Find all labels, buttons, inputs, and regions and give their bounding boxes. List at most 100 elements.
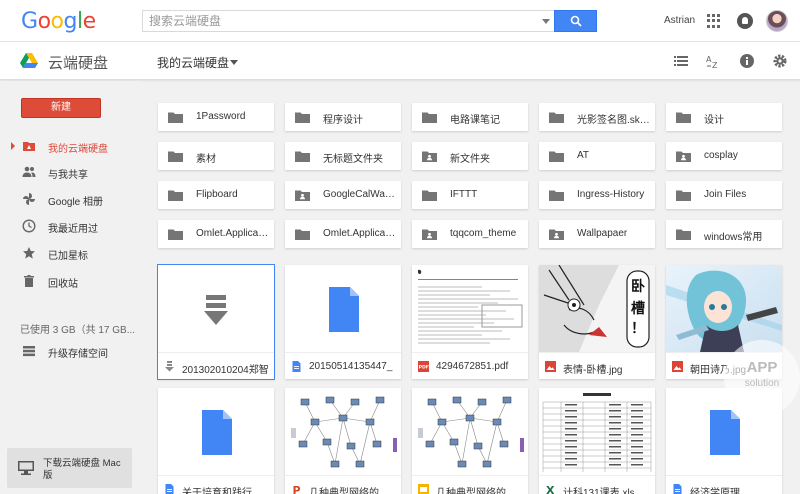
folder-icon	[295, 111, 310, 123]
file-thumbnail[interactable]	[158, 265, 274, 352]
file-thumbnail[interactable]	[285, 265, 401, 352]
app-title: 云端硬盘	[48, 55, 109, 72]
svg-text:X: X	[546, 484, 555, 494]
file-thumbnail[interactable]	[412, 388, 528, 475]
folder-name: 程序设计	[323, 115, 363, 126]
file-thumbnail[interactable]	[539, 388, 655, 475]
notifications-bell-icon[interactable]	[737, 13, 753, 29]
folder-item[interactable]: windows常用	[666, 220, 782, 248]
user-name[interactable]: Astrian	[664, 15, 695, 26]
sidebar-item-trash[interactable]: 回收站	[0, 270, 142, 292]
storage-usage: 已使用 3 GB（共 17 GB...	[20, 325, 136, 336]
folder-item[interactable]: 电路课笔记	[412, 103, 528, 131]
folder-item[interactable]: 程序设计	[285, 103, 401, 131]
folder-icon	[676, 189, 691, 201]
sidebar-item-label: Google 相册	[48, 197, 104, 208]
file-card[interactable]: 卧槽 ！ 表情-卧槽.jpg	[539, 265, 655, 379]
folder-item[interactable]: 无标题文件夹	[285, 142, 401, 170]
pdf-icon: PDF	[418, 361, 429, 372]
sort-az-icon[interactable]: AZ	[705, 53, 721, 69]
folder-item[interactable]: AT	[539, 142, 655, 170]
folder-item[interactable]: Join Files	[666, 181, 782, 209]
excel-sheet-icon: X	[545, 484, 556, 494]
folder-item[interactable]: Ingress-History	[539, 181, 655, 209]
file-thumbnail[interactable]	[158, 388, 274, 475]
file-card[interactable]: PDF 4294672851.pdf	[412, 265, 528, 379]
folder-item[interactable]: GoogleCalWallpaper	[285, 181, 401, 209]
info-icon[interactable]	[739, 53, 755, 69]
file-card[interactable]: X 计科131课表.xls	[539, 388, 655, 494]
file-thumbnail[interactable]	[412, 265, 528, 352]
sidebar-item-label: 已加星标	[48, 251, 88, 262]
avatar[interactable]	[766, 10, 788, 32]
file-thumbnail[interactable]	[285, 388, 401, 475]
folder-icon	[168, 111, 183, 123]
image-file-icon	[545, 361, 556, 372]
logo-letter: G	[21, 9, 38, 34]
breadcrumb[interactable]: 我的云端硬盘	[157, 54, 229, 71]
file-card[interactable]: 关于培育和践行社会	[158, 388, 274, 494]
download-drive-for-mac[interactable]: 下载云端硬盘 Mac 版	[7, 448, 132, 488]
folder-name: Omlet.Application	[196, 228, 270, 239]
folder-item[interactable]: IFTTT	[412, 181, 528, 209]
file-name: 几种典型网络的拓扑	[309, 488, 397, 494]
breadcrumb-chevron-down-icon[interactable]	[230, 60, 238, 65]
anime-image-thumbnail	[666, 265, 782, 352]
folder-name: 无标题文件夹	[323, 154, 383, 165]
settings-gear-icon[interactable]	[772, 53, 788, 69]
trash-icon	[24, 275, 34, 287]
sidebar-item-my-drive[interactable]: 我的云端硬盘	[0, 135, 142, 157]
new-button[interactable]: 新建	[21, 98, 101, 118]
sidebar-item-photos[interactable]: Google 相册	[0, 188, 142, 210]
folder-item[interactable]: Omlet.Application	[158, 220, 274, 248]
search-options-chevron-icon[interactable]	[542, 19, 550, 24]
file-card[interactable]: 20150514135447_	[285, 265, 401, 379]
folder-icon	[676, 228, 691, 240]
folder-item[interactable]: tqqcom_theme	[412, 220, 528, 248]
sidebar-item-shared[interactable]: 与我共享	[0, 161, 142, 183]
folder-item[interactable]: Omlet.Application	[285, 220, 401, 248]
apps-grid-icon[interactable]	[707, 14, 721, 28]
google-doc-icon	[291, 361, 302, 372]
file-thumbnail[interactable]: 卧槽 ！	[539, 265, 655, 352]
sidebar-item-label: 我的云端硬盘	[48, 144, 108, 155]
file-thumbnail[interactable]	[666, 265, 782, 352]
upgrade-storage-link[interactable]: 升级存储空间	[0, 340, 142, 362]
folder-item[interactable]: 设计	[666, 103, 782, 131]
download-thumbnail-icon	[204, 295, 228, 325]
folder-item[interactable]: cosplay	[666, 142, 782, 170]
sidebar-item-starred[interactable]: 已加星标	[0, 242, 142, 264]
google-slides-icon	[418, 484, 429, 494]
search-input[interactable]	[143, 11, 523, 31]
powerpoint-icon: P	[291, 484, 302, 494]
folder-item[interactable]: 光影签名图.sketch	[539, 103, 655, 131]
file-name: 计科131课表.xls	[563, 488, 635, 494]
folder-item[interactable]: 1Password	[158, 103, 274, 131]
search-button[interactable]	[554, 10, 597, 32]
expand-arrow-icon[interactable]	[11, 142, 15, 150]
file-meta: 几种典型网络的拓扑	[412, 475, 528, 494]
folder-name: Ingress-History	[577, 189, 645, 200]
sidebar-item-recent[interactable]: 我最近用过	[0, 215, 142, 237]
folder-item[interactable]: 素材	[158, 142, 274, 170]
drive-toolbar: 云端硬盘 我的云端硬盘 AZ	[0, 42, 800, 80]
file-card[interactable]: 201302010204郑智	[157, 264, 275, 380]
folder-item[interactable]: Wallpapaer	[539, 220, 655, 248]
google-logo[interactable]: Google	[21, 9, 96, 34]
file-name: 几种典型网络的拓扑	[436, 488, 524, 494]
svg-text:P: P	[293, 484, 301, 494]
svg-text:Z: Z	[712, 61, 718, 69]
file-card[interactable]: P 几种典型网络的拓扑	[285, 388, 401, 494]
folder-icon	[422, 111, 437, 123]
list-view-icon[interactable]	[673, 53, 689, 69]
folder-item[interactable]: 新文件夹	[412, 142, 528, 170]
doc-thumbnail-icon	[329, 287, 359, 332]
sidebar-item-label: 升级存储空间	[48, 349, 108, 360]
sidebar: 新建 我的云端硬盘 与我共享 Google 相册 我最近用过 已加星标 回收站 …	[0, 81, 142, 494]
folder-item[interactable]: Flipboard	[158, 181, 274, 209]
file-card[interactable]: 几种典型网络的拓扑	[412, 388, 528, 494]
file-meta: 经济学原理	[666, 475, 782, 494]
search-box[interactable]	[142, 10, 554, 32]
folder-name: 电路课笔记	[450, 115, 500, 126]
folder-name: 光影签名图.sketch	[577, 115, 651, 126]
